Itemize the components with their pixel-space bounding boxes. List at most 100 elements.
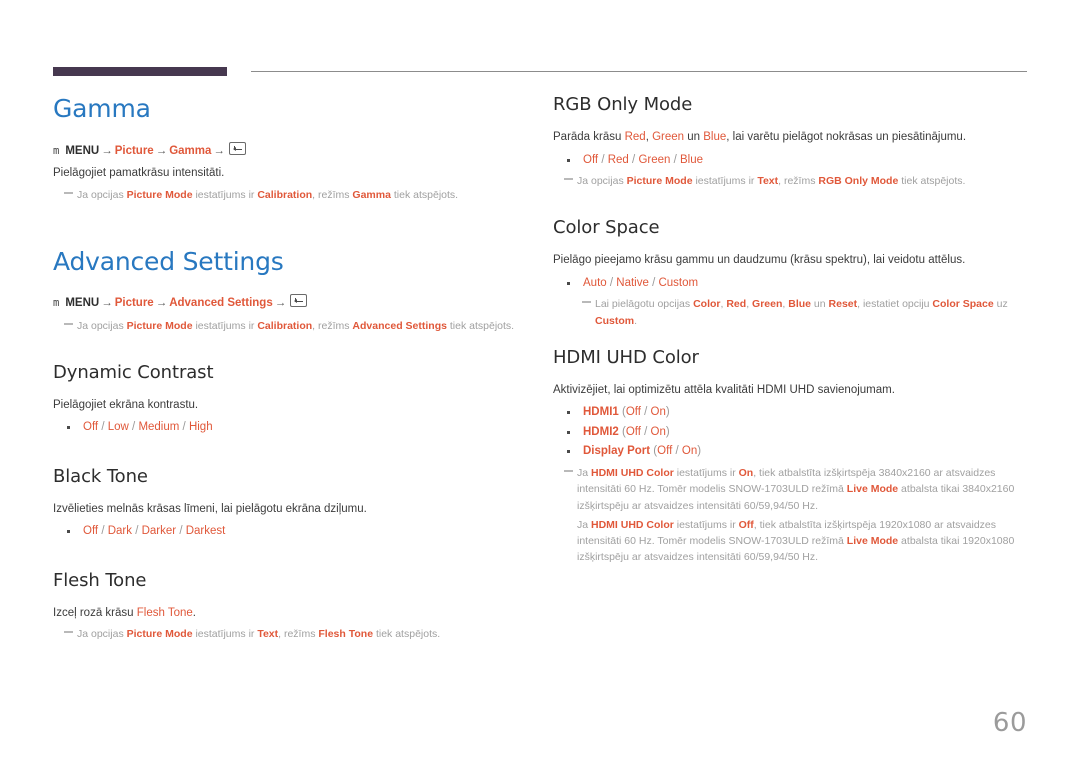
paren-open: ( (618, 406, 626, 419)
option-off: Off (83, 525, 99, 538)
option-off: Off (83, 421, 99, 434)
option-custom: Custom (658, 276, 699, 289)
description-black-tone: Izvēlieties melnās krāsas līmeni, lai pi… (53, 502, 367, 515)
note-highlight-gamma: Gamma (352, 188, 391, 201)
note-highlight-hdmi-uhd-color: HDMI UHD Color (591, 518, 674, 531)
list-item: HDMI2 (Off / On) (553, 423, 1027, 443)
section-title-color-space: Color Space (553, 217, 660, 239)
note-highlight-picture-mode: Picture Mode (626, 175, 693, 188)
note-highlight-calibration: Calibration (257, 319, 313, 332)
header-accent-bar (53, 67, 227, 76)
note-highlight-live-mode: Live Mode (846, 483, 899, 496)
description-highlight-green: Green (652, 130, 685, 143)
menu-arrow-3: → (274, 297, 287, 310)
option-separator: / (132, 525, 142, 538)
section-color-space: Color Space Pielāgo pieejamo krāsu gammu… (553, 218, 1027, 329)
list-item: Auto / Native / Custom (553, 274, 1027, 294)
note-rgb-only-mode: Ja opcijas Picture Mode iestatījums ir T… (553, 173, 1027, 189)
note-highlight-color: Color (693, 298, 721, 311)
note-highlight-flesh-tone: Flesh Tone (318, 628, 374, 641)
option-separator: / (606, 276, 617, 289)
option-separator: / (640, 425, 651, 438)
header-thin-line (251, 71, 1027, 72)
option-darkest: Darkest (185, 525, 226, 538)
option-separator: / (98, 421, 108, 434)
section-hdmi-uhd-color: HDMI UHD Color Aktivizējiet, lai optimiz… (553, 347, 1027, 566)
note-highlight-rgb-only-mode: RGB Only Mode (818, 175, 899, 188)
section-title-flesh-tone: Flesh Tone (53, 569, 147, 591)
page-number: 60 (992, 708, 1027, 738)
option-off: Off (583, 153, 599, 166)
menu-arrow-2: → (155, 297, 168, 310)
option-display-port-on: On (681, 445, 698, 458)
options-rgb-only-mode: Off / Red / Green / Blue (553, 151, 1027, 171)
header-rule (53, 67, 1027, 76)
paren-open: ( (618, 425, 626, 438)
description-dynamic-contrast: Pielāgojiet ekrāna kontrastu. (53, 398, 199, 411)
note-hdmi-uhd-color-on: Ja HDMI UHD Color iestatījums ir On, tie… (553, 465, 1027, 514)
option-low: Low (107, 421, 129, 434)
description-color-space: Pielāgo pieejamo krāsu gammu un daudzumu… (553, 254, 966, 266)
options-color-space: Auto / Native / Custom (553, 274, 1027, 294)
note-highlight-hdmi-uhd-color: HDMI UHD Color (591, 467, 674, 480)
option-separator: / (628, 153, 639, 166)
list-item: Off / Red / Green / Blue (553, 151, 1027, 171)
option-red: Red (607, 153, 629, 166)
options-hdmi-uhd-color: HDMI1 (Off / On) HDMI2 (Off / On) Displa… (553, 403, 1027, 462)
option-dark: Dark (107, 525, 133, 538)
note-highlight-picture-mode: Picture Mode (126, 188, 193, 201)
option-hdmi1-off: Off (625, 406, 641, 419)
section-dynamic-contrast: Dynamic Contrast Pielāgojiet ekrāna kont… (53, 361, 523, 438)
option-hdmi1-label: HDMI1 (583, 406, 619, 419)
menu-arrow-1: → (101, 297, 113, 310)
option-hdmi2-off: Off (625, 425, 641, 438)
note-highlight-text: Text (757, 175, 779, 188)
menu-path-gamma: m MENU → Picture → Gamma → (53, 141, 523, 160)
description-highlight-red: Red (624, 130, 646, 143)
note-flesh-tone: Ja opcijas Picture Mode iestatījums ir T… (53, 626, 523, 642)
option-separator: / (98, 525, 108, 538)
menu-item-picture: Picture (114, 144, 154, 157)
description-highlight-flesh-tone: Flesh Tone (136, 606, 193, 619)
note-color-space: Lai pielāgotu opcijas Color, Red, Green,… (553, 296, 1027, 329)
note-hdmi-uhd-color-off: Ja HDMI UHD Color iestatījums ir Off, ti… (577, 518, 1015, 564)
option-separator: / (176, 525, 186, 538)
option-hdmi2-label: HDMI2 (583, 425, 619, 438)
note-highlight-red: Red (726, 298, 747, 311)
section-title-rgb-only-mode: RGB Only Mode (553, 94, 693, 115)
note-highlight-green: Green (752, 298, 783, 311)
enter-key-icon (290, 294, 308, 308)
note-advanced-settings: Ja opcijas Picture Mode iestatījums ir C… (53, 318, 523, 334)
note-highlight-picture-mode: Picture Mode (126, 319, 193, 332)
note-highlight-live-mode: Live Mode (846, 535, 899, 548)
option-high: High (188, 421, 213, 434)
option-separator: / (179, 421, 189, 434)
list-item: HDMI1 (Off / On) (553, 403, 1027, 423)
right-column: RGB Only Mode Parāda krāsu Red, Green un… (553, 94, 1027, 569)
option-separator: / (670, 153, 680, 166)
section-rgb-only-mode: RGB Only Mode Parāda krāsu Red, Green un… (553, 94, 1027, 189)
menu-key-glyph: m (53, 144, 60, 157)
option-separator: / (128, 421, 139, 434)
menu-item-picture: Picture (114, 297, 154, 310)
paren-close: ) (665, 425, 670, 438)
option-green: Green (638, 153, 671, 166)
list-item: Off / Low / Medium / High (53, 418, 523, 438)
left-column: Gamma m MENU → Picture → Gamma → Pielāgojiet p… (53, 95, 523, 646)
enter-key-icon (228, 141, 246, 155)
note-highlight-text: Text (257, 628, 279, 641)
section-title-dynamic-contrast: Dynamic Contrast (53, 361, 214, 383)
option-hdmi1-on: On (650, 406, 666, 419)
note-highlight-advanced-settings: Advanced Settings (352, 319, 447, 332)
description-gamma: Pielāgojiet pamatkrāsu intensitāti. (53, 166, 225, 179)
menu-arrow-3: → (213, 144, 225, 157)
options-black-tone: Off / Dark / Darker / Darkest (53, 522, 523, 542)
note-highlight-calibration: Calibration (257, 188, 313, 201)
menu-label: MENU (65, 297, 100, 310)
note-highlight-picture-mode: Picture Mode (126, 628, 193, 641)
